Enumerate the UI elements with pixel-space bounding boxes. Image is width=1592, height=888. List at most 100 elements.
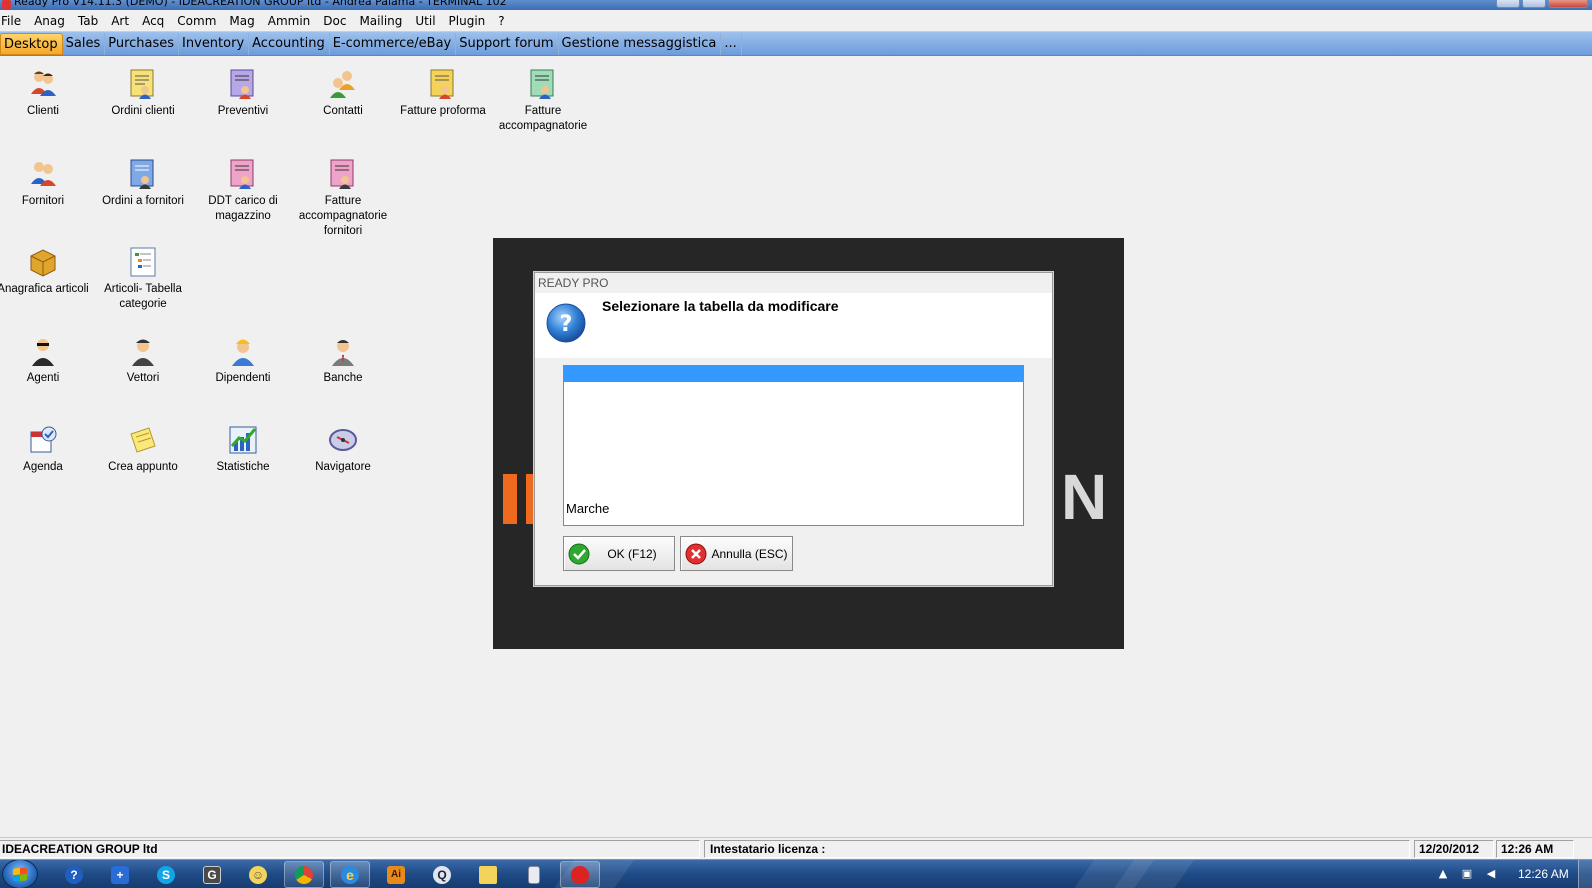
desktop-icon-fatture-proforma[interactable]: Fatture proforma <box>396 68 490 119</box>
taskbar-ie[interactable]: e <box>330 861 370 888</box>
menu-help[interactable]: ? <box>496 14 512 28</box>
cancel-button[interactable]: Annulla (ESC) <box>680 536 793 571</box>
menu-util[interactable]: Util <box>413 14 443 28</box>
menu-mag[interactable]: Mag <box>227 14 262 28</box>
app-icon <box>2 0 11 9</box>
desktop-icon-ordini-clienti[interactable]: Ordini clienti <box>96 68 190 119</box>
desktop-icon-statistiche[interactable]: Statistiche <box>196 424 290 475</box>
desktop-icon-fatture-accompagnatorie-fornitori[interactable]: Fatture accompagnatorie fornitori <box>296 158 390 239</box>
taskbar-ready-pro[interactable] <box>560 861 600 888</box>
desktop-icon-agenti[interactable]: Agenti <box>0 335 90 386</box>
tab-more[interactable]: ... <box>721 32 742 55</box>
tab-purchases[interactable]: Purchases <box>105 32 180 55</box>
ok-button-label: OK (F12) <box>607 546 657 561</box>
folder-icon <box>479 865 497 884</box>
quotes-icon <box>230 69 254 99</box>
tray-expand-icon[interactable]: ▲ <box>1436 867 1450 881</box>
menu-comm[interactable]: Comm <box>175 14 224 28</box>
svg-text:?: ? <box>560 312 573 337</box>
menu-anag[interactable]: Anag <box>32 14 73 28</box>
taskbar-messenger[interactable]: ☺ <box>238 861 278 888</box>
messenger-icon: ☺ <box>249 865 267 884</box>
desktop-icon-articoli-tabella-categorie[interactable]: Articoli- Tabella categorie <box>96 246 190 312</box>
taskbar-illustrator[interactable]: Ai <box>376 861 416 888</box>
desktop-icon-label: Fatture accompagnatorie fornitori <box>298 195 388 237</box>
menu-file[interactable]: File <box>0 14 29 28</box>
close-button[interactable] <box>1548 0 1588 8</box>
qt-icon: Q <box>433 865 451 884</box>
table-list[interactable]: Marche <box>563 365 1024 526</box>
taskbar-cross[interactable]: + <box>100 861 140 888</box>
maximize-button[interactable] <box>1522 0 1546 8</box>
illustrator-icon: Ai <box>387 865 405 884</box>
taskbar-skype[interactable]: S <box>146 861 186 888</box>
tab-gestione-messaggistica[interactable]: Gestione messaggistica <box>559 32 722 55</box>
desktop-icon-ddt-carico-magazzino[interactable]: DDT carico di magazzino <box>196 158 290 224</box>
desktop-icon-clienti[interactable]: Clienti <box>0 68 90 119</box>
desktop-icon-banche[interactable]: Banche <box>296 335 390 386</box>
taskbar-folder[interactable] <box>468 861 508 888</box>
help-icon: ? <box>65 865 83 884</box>
volume-icon[interactable]: ◀ <box>1484 867 1498 881</box>
supplier-invoices-icon <box>330 159 354 189</box>
desktop-icon-fatture-accompagnatorie[interactable]: Fatture accompagnatorie <box>496 68 590 134</box>
desktop-icon-vettori[interactable]: Vettori <box>96 335 190 386</box>
desktop-icon-label: Agenti <box>26 372 60 384</box>
desktop-icon-label: Fornitori <box>21 195 65 207</box>
desktop-icon-fornitori[interactable]: Fornitori <box>0 158 90 209</box>
desktop-icon-preventivi[interactable]: Preventivi <box>196 68 290 119</box>
bank-icon <box>332 340 354 366</box>
tab-support-forum[interactable]: Support forum <box>456 32 559 55</box>
chrome-icon <box>295 865 313 884</box>
agent-icon <box>32 339 54 366</box>
desktop-icon-crea-appunto[interactable]: Crea appunto <box>96 424 190 475</box>
desktop-icon-anagrafica-articoli[interactable]: Anagrafica articoli <box>0 246 90 297</box>
list-item-marche[interactable]: Marche <box>566 501 609 516</box>
dialog-header: ? Selezionare la tabella da modificare <box>535 293 1052 358</box>
tab-ecommerce-ebay[interactable]: E-commerce/eBay <box>330 32 457 55</box>
list-item-selected[interactable] <box>564 366 1023 382</box>
desktop-icon-contatti[interactable]: Contatti <box>296 68 390 119</box>
cross-icon: + <box>111 865 129 884</box>
category-tree-icon <box>130 247 156 277</box>
desktop-icon-navigatore[interactable]: Navigatore <box>296 424 390 475</box>
taskbar-calculator[interactable] <box>514 861 554 888</box>
menu-art[interactable]: Art <box>109 14 137 28</box>
tab-accounting[interactable]: Accounting <box>249 32 330 55</box>
minimize-button[interactable] <box>1496 0 1520 8</box>
items-box-icon <box>30 249 56 277</box>
menu-doc[interactable]: Doc <box>321 14 354 28</box>
taskbar-help[interactable]: ? <box>54 861 94 888</box>
menu-plugin[interactable]: Plugin <box>447 14 494 28</box>
desktop-icon-label: Anagrafica articoli <box>0 283 89 295</box>
menu-ammin[interactable]: Ammin <box>266 14 319 28</box>
tab-bar: Desktop Sales Purchases Inventory Accoun… <box>0 31 1592 56</box>
status-time: 12:26 AM <box>1496 840 1574 858</box>
show-desktop-button[interactable] <box>1578 860 1592 888</box>
tab-desktop[interactable]: Desktop <box>0 32 63 55</box>
question-icon: ? <box>546 303 586 343</box>
logo-fragment-right: N <box>1061 461 1108 533</box>
taskbar-chrome[interactable] <box>284 861 324 888</box>
menu-tab[interactable]: Tab <box>76 14 106 28</box>
menu-mailing[interactable]: Mailing <box>357 14 410 28</box>
menu-acq[interactable]: Acq <box>140 14 172 28</box>
start-button[interactable] <box>2 860 38 888</box>
taskbar-qt[interactable]: Q <box>422 861 462 888</box>
tab-sales[interactable]: Sales <box>63 32 106 55</box>
desktop-icon-ordini-a-fornitori[interactable]: Ordini a fornitori <box>96 158 190 209</box>
tool-icon: G <box>203 865 221 884</box>
taskbar-tool[interactable]: G <box>192 861 232 888</box>
desktop-icon-agenda[interactable]: Agenda <box>0 424 90 475</box>
carrier-icon <box>132 339 154 366</box>
ok-button[interactable]: OK (F12) <box>563 536 675 571</box>
status-company: IDEACREATION GROUP ltd <box>0 840 700 858</box>
warehouse-ddt-icon <box>230 159 254 189</box>
tab-inventory[interactable]: Inventory <box>179 32 250 55</box>
desktop-icon-label: Contatti <box>323 105 363 117</box>
select-table-dialog: READY PRO ? Selezionare la tabella da mo… <box>534 272 1053 586</box>
desktop-icon-label: Statistiche <box>216 461 270 473</box>
network-icon[interactable]: ▣ <box>1460 867 1474 881</box>
desktop-icon-dipendenti[interactable]: Dipendenti <box>196 335 290 386</box>
taskbar-clock[interactable]: 12:26 AM <box>1518 867 1569 881</box>
